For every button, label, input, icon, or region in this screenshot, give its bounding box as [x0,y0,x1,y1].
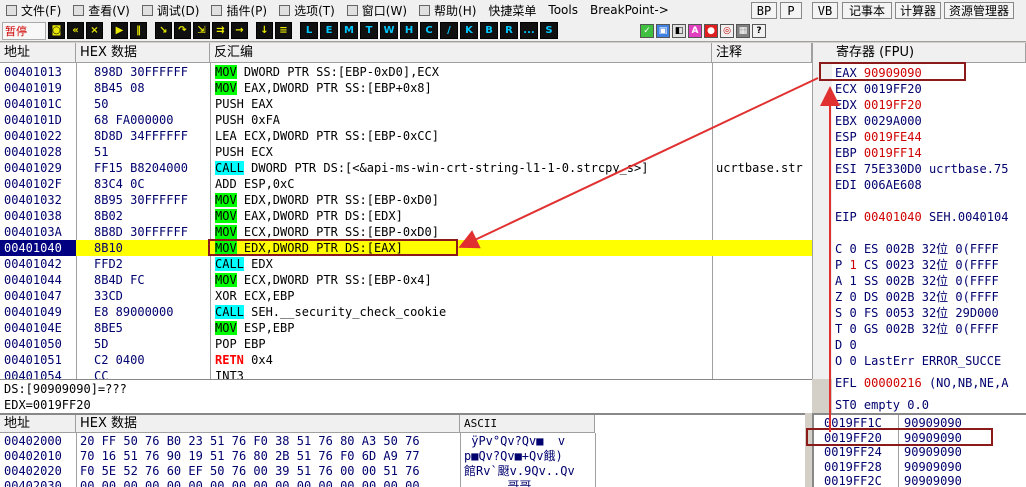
annotation-arrows [458,77,840,432]
arrow-eax-to-instruction [458,77,819,249]
